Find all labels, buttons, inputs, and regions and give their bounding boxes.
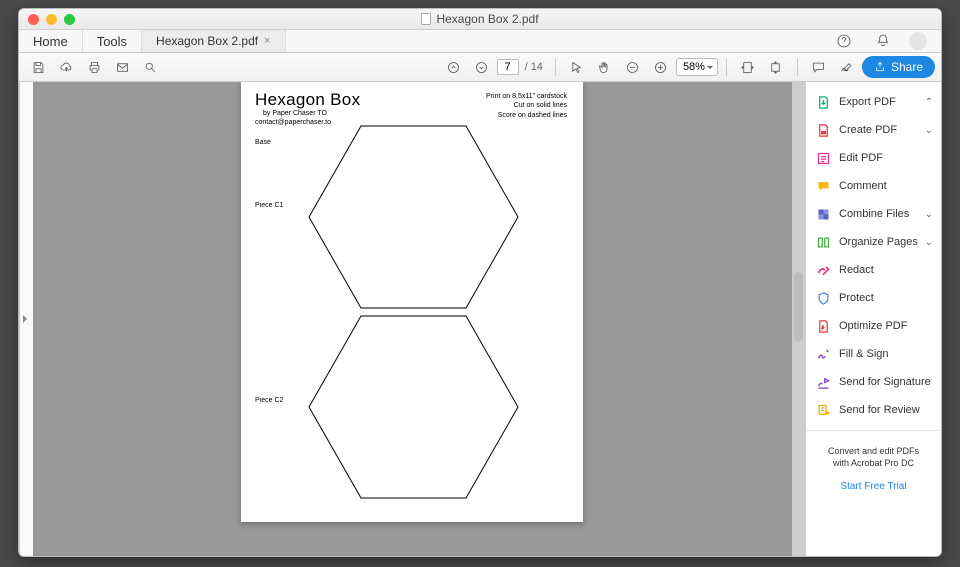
comment-icon[interactable] [806,56,832,78]
left-panel-toggle[interactable] [19,82,33,556]
zoom-out-icon[interactable] [620,56,646,78]
tool-label: Create PDF [839,124,897,136]
tool-label: Redact [839,264,874,276]
chevron-down-icon: ⌄ [925,125,933,136]
tool-label: Optimize PDF [839,320,907,332]
page-number-input[interactable] [497,59,519,75]
zoom-in-icon[interactable] [648,56,674,78]
fit-height-icon[interactable] [763,56,789,78]
toolbar: / 14 58% Share [19,53,941,82]
window-title-text: Hexagon Box 2.pdf [436,12,538,26]
tools-panel: Export PDF ⌃ Create PDF ⌄ Edit PDF Comment Com… [805,82,941,556]
tool-label: Send for Review [839,404,920,416]
share-label: Share [891,60,923,74]
tool-redact[interactable]: Redact [806,256,941,284]
share-button[interactable]: Share [862,56,935,78]
pointer-icon[interactable] [564,56,590,78]
edit-icon [816,151,831,166]
page-down-icon[interactable] [469,56,495,78]
redact-icon [816,263,831,278]
minimize-window-button[interactable] [46,14,57,25]
cloud-upload-icon[interactable] [53,56,79,78]
promo-box: Convert and edit PDFs with Acrobat Pro D… [806,430,941,506]
tool-label: Comment [839,180,887,192]
sign-icon[interactable] [834,56,860,78]
titlebar: Hexagon Box 2.pdf [19,9,941,30]
tool-label: Combine Files [839,208,909,220]
doc-instructions: Print on 8.5x11" cardstock Cut on solid … [486,92,567,120]
protect-icon [816,291,831,306]
help-icon[interactable] [831,30,857,52]
email-icon[interactable] [109,56,135,78]
pdf-page: Hexagon Box by Paper Chaser TO contact@p… [241,82,583,522]
search-icon[interactable] [137,56,163,78]
tab-tools[interactable]: Tools [83,30,142,52]
page-total-label: / 14 [525,61,543,73]
tool-organize[interactable]: Organize Pages ⌄ [806,228,941,256]
tool-label: Fill & Sign [839,348,889,360]
tool-edit[interactable]: Edit PDF [806,144,941,172]
page-up-icon[interactable] [441,56,467,78]
tool-comment[interactable]: Comment [806,172,941,200]
save-icon[interactable] [25,56,51,78]
create-icon [816,123,831,138]
chevron-up-icon: ⌃ [925,97,933,108]
chevron-down-icon: ⌄ [925,209,933,220]
optimize-icon [816,319,831,334]
sendsig-icon [816,375,831,390]
pdf-file-icon [421,13,431,25]
tool-label: Edit PDF [839,152,883,164]
content-area: Hexagon Box by Paper Chaser TO contact@p… [19,82,941,556]
doc-title: Hexagon Box [255,90,360,110]
main-tab-bar: Home Tools Hexagon Box 2.pdf × [19,30,941,53]
tab-document[interactable]: Hexagon Box 2.pdf × [142,30,286,52]
tool-protect[interactable]: Protect [806,284,941,312]
close-tab-icon[interactable]: × [264,35,270,47]
export-icon [816,95,831,110]
notifications-icon[interactable] [870,30,896,52]
hexagon-c1 [306,122,521,312]
hexagon-c2 [306,312,521,502]
close-window-button[interactable] [28,14,39,25]
start-free-trial-link[interactable]: Start Free Trial [814,481,933,492]
tool-label: Export PDF [839,96,896,108]
hand-icon[interactable] [592,56,618,78]
account-avatar[interactable] [909,32,927,50]
organize-icon [816,235,831,250]
tool-label: Send for Signature [839,376,931,388]
tool-optimize[interactable]: Optimize PDF [806,312,941,340]
tab-home[interactable]: Home [19,30,83,52]
label-c2: Piece C2 [255,397,283,404]
tool-fillsign[interactable]: Fill & Sign [806,340,941,368]
tool-label: Organize Pages [839,236,918,248]
zoom-select[interactable]: 58% [676,58,718,76]
tool-label: Protect [839,292,874,304]
tool-combine[interactable]: Combine Files ⌄ [806,200,941,228]
fit-width-icon[interactable] [735,56,761,78]
document-viewport[interactable]: Hexagon Box by Paper Chaser TO contact@p… [19,82,805,556]
sendrev-icon [816,403,831,418]
window-controls [19,14,75,25]
app-window: Hexagon Box 2.pdf Home Tools Hexagon Box… [18,8,942,557]
tool-sendrev[interactable]: Send for Review [806,396,941,424]
label-base: Base [255,139,271,146]
window-title: Hexagon Box 2.pdf [19,12,941,26]
doc-byline: by Paper Chaser TO [263,110,327,117]
chevron-down-icon: ⌄ [925,237,933,248]
vertical-scrollbar[interactable] [792,82,805,556]
comment-icon [816,179,831,194]
combine-icon [816,207,831,222]
tool-create[interactable]: Create PDF ⌄ [806,116,941,144]
label-c1: Piece C1 [255,202,283,209]
tool-export[interactable]: Export PDF ⌃ [806,88,941,116]
maximize-window-button[interactable] [64,14,75,25]
scrollbar-thumb[interactable] [794,272,803,342]
tab-document-label: Hexagon Box 2.pdf [156,34,258,48]
fillsign-icon [816,347,831,362]
print-icon[interactable] [81,56,107,78]
tool-sendsig[interactable]: Send for Signature [806,368,941,396]
